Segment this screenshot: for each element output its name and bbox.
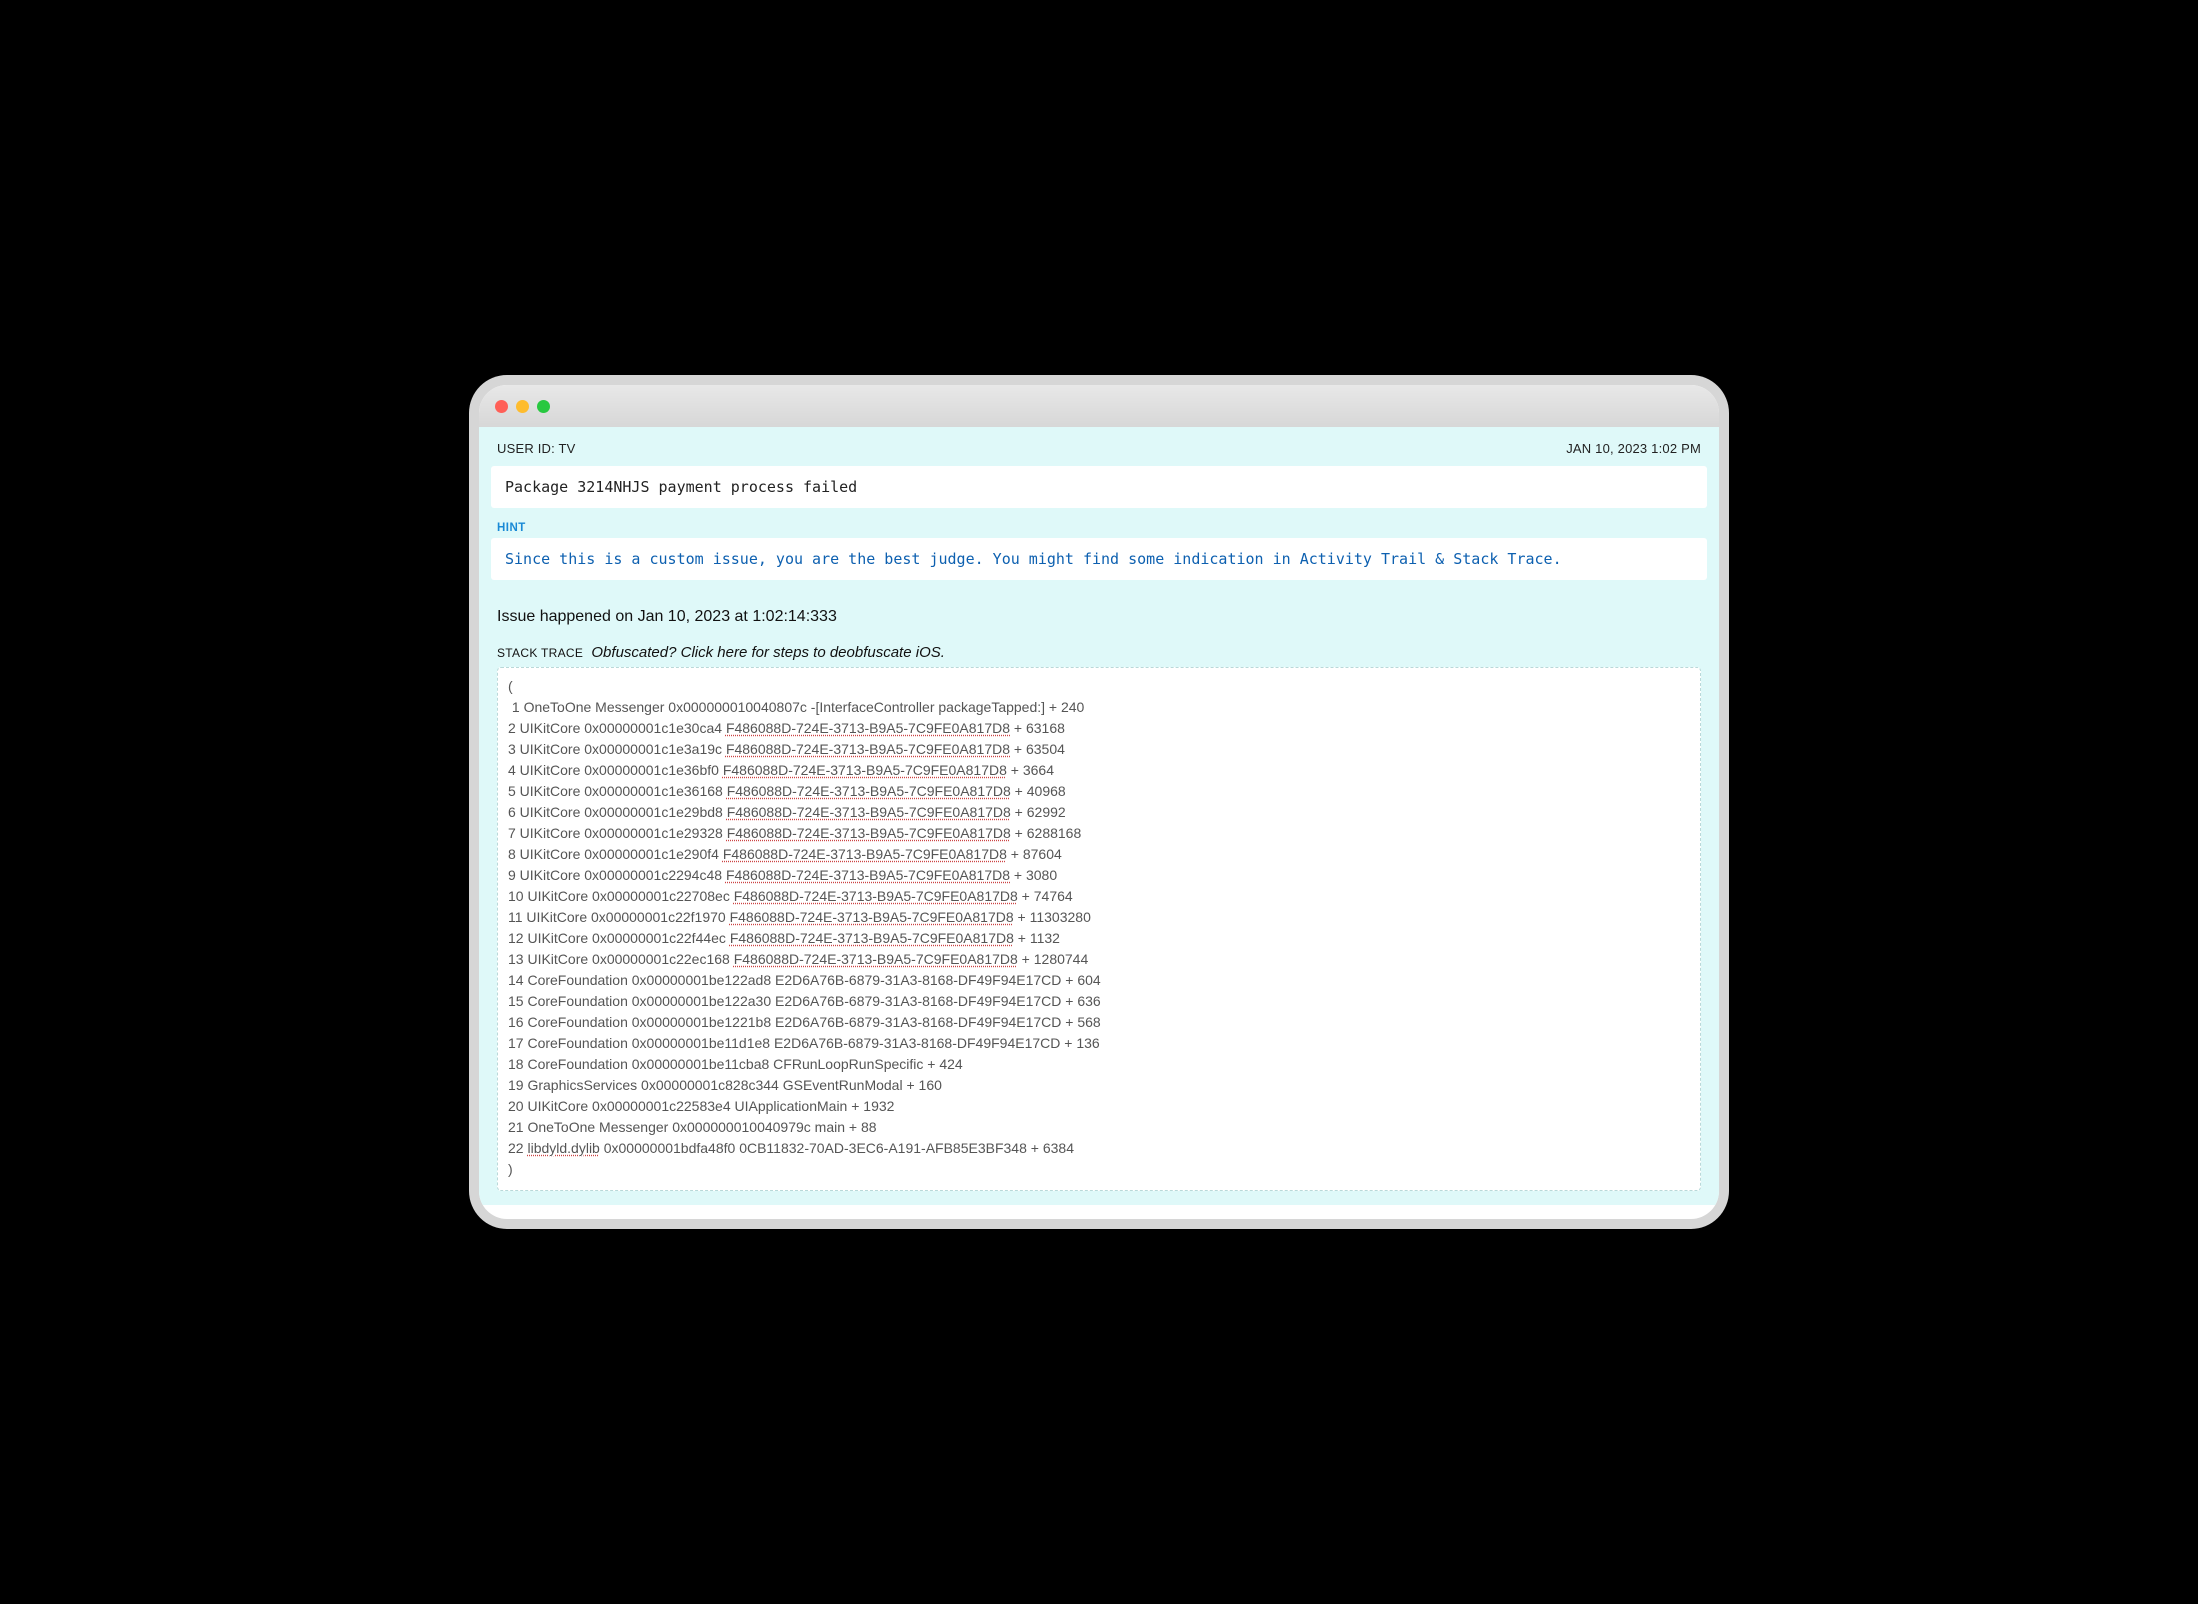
stack-frame: 8 UIKitCore 0x00000001c1e290f4 F486088D-… [508, 844, 1690, 865]
app-window: USER ID: TV JAN 10, 2023 1:02 PM Package… [479, 385, 1719, 1219]
window-titlebar [479, 385, 1719, 427]
stack-frame: 20 UIKitCore 0x00000001c22583e4 UIApplic… [508, 1096, 1690, 1117]
stack-frame: 10 UIKitCore 0x00000001c22708ec F486088D… [508, 886, 1690, 907]
stack-open-paren: ( [508, 676, 1690, 697]
user-id-label: USER ID: TV [497, 441, 576, 456]
stack-frame: 16 CoreFoundation 0x00000001be1221b8 E2D… [508, 1012, 1690, 1033]
zoom-icon[interactable] [537, 400, 550, 413]
stack-frame: 3 UIKitCore 0x00000001c1e3a19c F486088D-… [508, 739, 1690, 760]
issue-timestamp-line: Issue happened on Jan 10, 2023 at 1:02:1… [479, 604, 1719, 644]
stack-trace-box: ( 1 OneToOne Messenger 0x000000010040807… [497, 667, 1701, 1191]
stack-frame: 6 UIKitCore 0x00000001c1e29bd8 F486088D-… [508, 802, 1690, 823]
timestamp-label: JAN 10, 2023 1:02 PM [1566, 441, 1701, 456]
top-bar: USER ID: TV JAN 10, 2023 1:02 PM [479, 427, 1719, 466]
stack-frame: 17 CoreFoundation 0x00000001be11d1e8 E2D… [508, 1033, 1690, 1054]
issue-message: Package 3214NHJS payment process failed [491, 466, 1707, 508]
stack-frame: 15 CoreFoundation 0x00000001be122a30 E2D… [508, 991, 1690, 1012]
deobfuscate-link[interactable]: Obfuscated? Click here for steps to deob… [591, 644, 945, 661]
stack-trace-header: STACK TRACE Obfuscated? Click here for s… [479, 644, 1719, 667]
stack-frame: 18 CoreFoundation 0x00000001be11cba8 CFR… [508, 1054, 1690, 1075]
stack-frame: 21 OneToOne Messenger 0x000000010040979c… [508, 1117, 1690, 1138]
hint-heading: HINT [479, 522, 1719, 538]
stack-frame: 12 UIKitCore 0x00000001c22f44ec F486088D… [508, 928, 1690, 949]
hint-text: Since this is a custom issue, you are th… [491, 538, 1707, 580]
stack-frame: 1 OneToOne Messenger 0x000000010040807c … [508, 697, 1690, 718]
minimize-icon[interactable] [516, 400, 529, 413]
stack-trace-label: STACK TRACE [497, 646, 583, 660]
stack-frame: 11 UIKitCore 0x00000001c22f1970 F486088D… [508, 907, 1690, 928]
stack-frame: 22 libdyld.dylib 0x00000001bdfa48f0 0CB1… [508, 1138, 1690, 1159]
stack-frame: 7 UIKitCore 0x00000001c1e29328 F486088D-… [508, 823, 1690, 844]
stack-frame: 2 UIKitCore 0x00000001c1e30ca4 F486088D-… [508, 718, 1690, 739]
close-icon[interactable] [495, 400, 508, 413]
stack-frame: 13 UIKitCore 0x00000001c22ec168 F486088D… [508, 949, 1690, 970]
stack-frame: 14 CoreFoundation 0x00000001be122ad8 E2D… [508, 970, 1690, 991]
stack-frame: 4 UIKitCore 0x00000001c1e36bf0 F486088D-… [508, 760, 1690, 781]
stack-frame: 9 UIKitCore 0x00000001c2294c48 F486088D-… [508, 865, 1690, 886]
stack-frame: 19 GraphicsServices 0x00000001c828c344 G… [508, 1075, 1690, 1096]
stack-close-paren: ) [508, 1159, 1690, 1180]
stack-frame: 5 UIKitCore 0x00000001c1e36168 F486088D-… [508, 781, 1690, 802]
content-area: USER ID: TV JAN 10, 2023 1:02 PM Package… [479, 427, 1719, 1205]
